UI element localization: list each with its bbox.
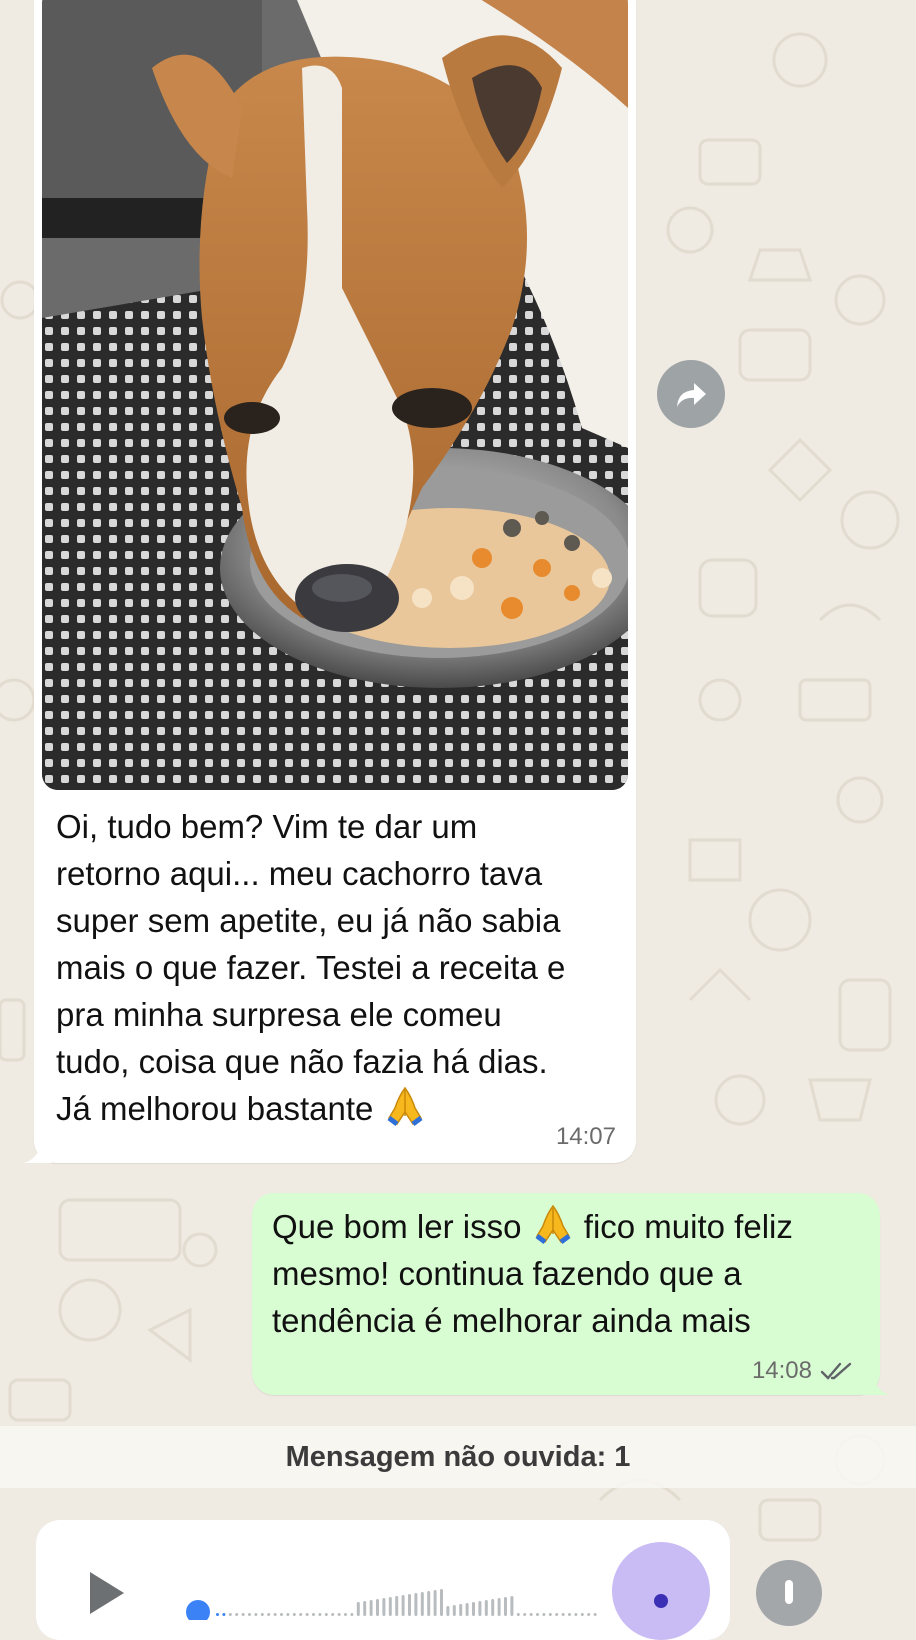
waveform-bar [452,1605,456,1616]
message-line-text: fico muito feliz [583,1208,793,1245]
waveform-bar [587,1613,591,1616]
message-line: super sem apetite, eu já não sabia [56,902,561,939]
message-line-text: Que bom ler isso [272,1208,522,1245]
waveform-bar [312,1613,315,1616]
waveform-bar [542,1613,546,1616]
message-line: mesmo! continua fazendo que a [272,1255,742,1292]
waveform-bar [523,1613,527,1616]
waveform-bar [235,1613,239,1616]
message-line: Oi, tudo bem? Vim te dar um [56,808,478,845]
bubble-tail [862,1373,890,1395]
waveform-bar [280,1613,283,1616]
message-line-last: Já melhorou bastante [56,1085,626,1132]
scroll-down-button[interactable] [756,1560,822,1626]
unread-divider-label: Mensagem não ouvida: 1 [285,1440,631,1473]
waveform-bar [497,1598,501,1616]
unread-divider: Mensagem não ouvida: 1 [0,1426,916,1488]
waveform-bar [580,1613,584,1616]
waveform-bar [516,1613,520,1616]
message-line: pra minha surpresa ele comeu [56,996,502,1033]
voice-message-bubble[interactable] [36,1520,730,1640]
waveform-bar [459,1604,463,1616]
waveform-bar [529,1613,533,1616]
message-timestamp: 14:08 [751,1357,812,1384]
waveform-bar [382,1598,386,1616]
waveform-bar [331,1613,335,1616]
incoming-message-bubble[interactable]: Oi, tudo bem? Vim te dar um retorno aqui… [24,0,636,1163]
waveform-bar [376,1599,379,1616]
waveform-bar [273,1613,277,1616]
waveform-bar [574,1613,578,1616]
message-line: retorno aqui... meu cachorro tava [56,855,543,892]
double-check-icon [820,1362,852,1380]
waveform-bar [260,1613,264,1616]
waveform-bar [356,1602,360,1616]
bubble-tail [24,1141,52,1163]
message-line: tendência é melhorar ainda mais [272,1302,751,1339]
waveform-bar [369,1600,373,1616]
waveform-bar [228,1613,232,1616]
waveform-bar [216,1613,219,1616]
waveform-bar [222,1613,226,1616]
waveform-bar [267,1613,271,1616]
waveform-bar [548,1613,552,1616]
scroll-indicator [785,1580,793,1604]
waveform-bar [427,1591,431,1616]
dog-eating-icon [42,0,628,790]
waveform-bar [491,1599,495,1616]
waveform-bar [465,1603,469,1616]
waveform-bar [248,1613,251,1616]
waveform-bar [484,1600,488,1616]
incoming-message-text: Oi, tudo bem? Vim te dar um retorno aqui… [56,803,626,1132]
waveform-bar [414,1593,418,1616]
forward-icon [677,383,706,407]
message-timestamp: 14:07 [555,1123,616,1150]
voice-waveform[interactable] [186,1570,606,1620]
waveform-bar [241,1613,245,1616]
waveform-bar [555,1613,559,1616]
waveform-bar [568,1613,571,1616]
folded-hands-icon [535,1204,571,1244]
waveform-bar [305,1613,309,1616]
voice-sender-avatar [612,1542,710,1640]
dog-photo[interactable] [42,0,628,790]
message-line-text: Já melhorou bastante [56,1090,374,1127]
message-line: Que bom ler isso fico muito feliz [272,1203,872,1250]
voice-progress-knob[interactable] [186,1600,210,1620]
waveform-bar [254,1613,258,1616]
waveform-bar [395,1596,399,1616]
waveform-bar [440,1589,443,1616]
waveform-bar [292,1613,296,1616]
waveform-bar [363,1601,367,1616]
waveform-bar [408,1594,411,1616]
outgoing-message-bubble[interactable]: Que bom ler isso fico muito feliz mesmo!… [252,1193,890,1395]
waveform-bar [472,1602,475,1616]
waveform-bar [337,1613,341,1616]
waveform-bar [420,1592,424,1616]
waveform-bar [478,1601,482,1616]
avatar-dot [654,1594,668,1608]
forward-button[interactable] [657,360,725,428]
waveform-bar [446,1606,450,1616]
waveform-bar [510,1596,514,1616]
outgoing-message-text: Que bom ler isso fico muito feliz mesmo!… [272,1203,872,1344]
message-line: mais o que fazer. Testei a receita e [56,949,566,986]
waveform-bar [536,1613,539,1616]
waveform-bar [324,1613,328,1616]
waveform-bar [593,1613,597,1616]
folded-hands-icon [387,1086,423,1126]
waveform-bar [561,1613,565,1616]
waveform-bar [318,1613,322,1616]
waveform-bar [350,1613,354,1616]
message-line: tudo, coisa que não fazia há dias. [56,1043,548,1080]
waveform-bar [344,1613,347,1616]
waveform-bar [286,1613,290,1616]
play-icon[interactable] [86,1570,126,1616]
waveform-bar [401,1595,405,1616]
waveform-bar [299,1613,303,1616]
waveform-bar [433,1590,437,1616]
message-meta: 14:08 [752,1357,854,1385]
